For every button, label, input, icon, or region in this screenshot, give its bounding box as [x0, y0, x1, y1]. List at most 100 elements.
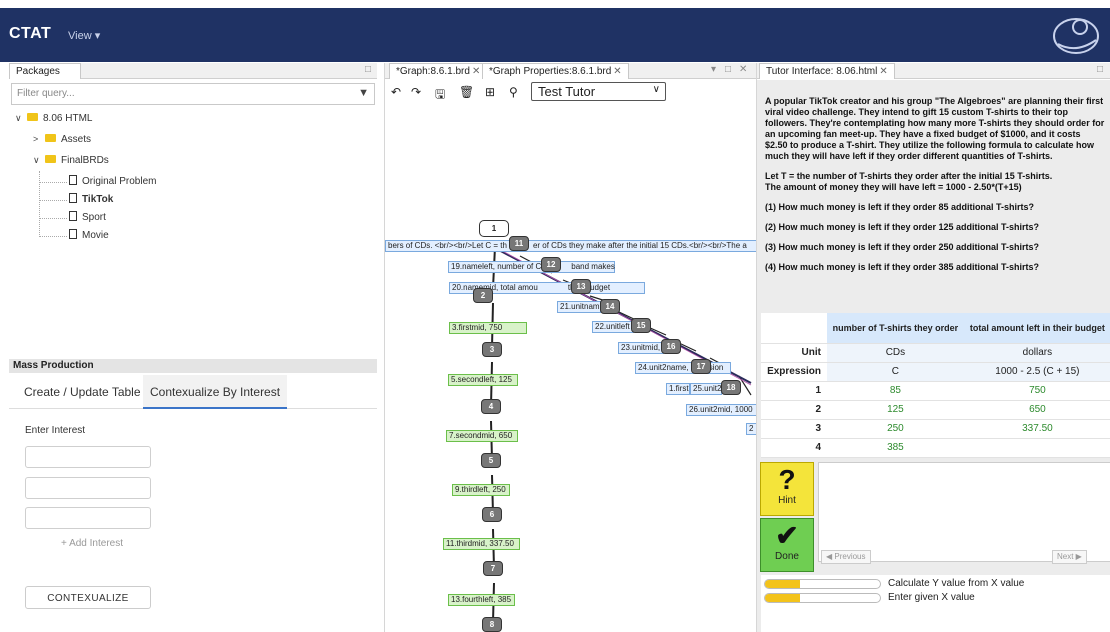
tree-item-tiktok[interactable]: TikTok	[69, 193, 113, 210]
graph-edge-label[interactable]: 9.thirdleft, 250	[452, 484, 510, 496]
tab-graph-properties-label: *Graph Properties:8.6.1.brd	[489, 66, 612, 77]
graph-edge-label[interactable]: 25.unit2le	[690, 383, 728, 395]
redo-icon[interactable]: ↷	[411, 85, 421, 99]
tree-item-sport[interactable]: Sport	[69, 211, 106, 228]
tutor-mode-select[interactable]: Test Tutor ∨	[531, 82, 666, 101]
tree-item-original-problem[interactable]: Original Problem	[69, 175, 156, 192]
tab-tutor-interface[interactable]: Tutor Interface: 8.06.html ✕	[759, 63, 895, 79]
graph-node[interactable]: 6	[482, 507, 502, 522]
y-value-cell[interactable]: 650	[963, 400, 1110, 420]
delete-icon[interactable]: 🗑	[459, 85, 474, 99]
search-icon[interactable]: ⚲	[509, 85, 518, 99]
hint-button[interactable]: ? Hint	[760, 462, 814, 516]
tab-graph-properties[interactable]: *Graph Properties:8.6.1.brd ✕	[482, 63, 629, 79]
graph-edge-label[interactable]: 11.thirdmid, 337.50	[443, 538, 520, 550]
graph-edge-label[interactable]: 22.unitleft	[592, 321, 634, 333]
graph-edge-label[interactable]: 19.nameleft, number of C band makes	[448, 261, 615, 273]
minimize-icon[interactable]: □	[725, 64, 731, 75]
add-node-icon[interactable]: ⊞	[485, 85, 495, 99]
row-label: 3	[761, 419, 827, 439]
table-row: 2 125 650	[761, 400, 1110, 420]
view-menu[interactable]: View ▾	[68, 29, 100, 42]
graph-node[interactable]: 18	[721, 380, 741, 395]
graph-node[interactable]: 13	[571, 279, 591, 294]
graph-node[interactable]: 12	[541, 257, 561, 272]
graph-node[interactable]: 2	[473, 288, 493, 303]
previous-hint-button[interactable]: ◀ Previous	[821, 550, 871, 564]
interest-input-3[interactable]	[25, 507, 151, 529]
y-value-cell[interactable]: 750	[963, 381, 1110, 401]
answer-table: number of T-shirts they order total amou…	[761, 313, 1110, 458]
graph-edge-label[interactable]: 24.unit2name, sion	[635, 362, 731, 374]
graph-node[interactable]: 4	[481, 399, 501, 414]
undo-icon[interactable]: ↶	[391, 85, 401, 99]
interest-input-1[interactable]	[25, 446, 151, 468]
chevron-right-icon[interactable]: >	[33, 134, 45, 144]
left-panel: Packages □ Filter query... ▼ ∨ 8.06 HTML …	[9, 63, 377, 632]
graph-node[interactable]: 3	[482, 342, 502, 357]
tree-item-finalbrds[interactable]: ∨ FinalBRDs	[33, 155, 109, 171]
save-icon[interactable]: 🖫	[435, 85, 445, 106]
unit-x-cell[interactable]: CDs	[827, 343, 964, 363]
x-value-cell[interactable]: 385	[827, 438, 964, 458]
graph-node-start[interactable]: 1	[479, 220, 509, 237]
tree-item-assets[interactable]: > Assets	[33, 134, 91, 150]
y-value-cell[interactable]	[963, 438, 1110, 458]
x-value-cell[interactable]: 125	[827, 400, 964, 420]
unit-y-cell[interactable]: dollars	[963, 343, 1110, 363]
graph-edge-label[interactable]: 13.fourthleft, 385	[448, 594, 515, 606]
close-icon[interactable]: ✕	[613, 66, 621, 77]
graph-edge-label[interactable]: 2	[746, 423, 756, 435]
graph-edge-label[interactable]: 7.secondmid, 650	[446, 430, 518, 442]
folder-icon	[27, 113, 38, 122]
add-interest-button[interactable]: + Add Interest	[61, 538, 123, 549]
tab-packages[interactable]: Packages	[9, 63, 81, 79]
filter-icon[interactable]: ▼	[358, 87, 369, 99]
graph-node[interactable]: 7	[483, 561, 503, 576]
close-icon[interactable]: ✕	[739, 64, 747, 75]
x-value-cell[interactable]: 85	[827, 381, 964, 401]
graph-edge-label[interactable]: 26.unit2mid, 1000	[686, 404, 756, 416]
table-row: 1 85 750	[761, 381, 1110, 401]
expression-y-cell[interactable]: 1000 - 2.5 (C + 15)	[963, 362, 1110, 382]
tab-contexualize-by-interest[interactable]: Contexualize By Interest	[143, 375, 288, 409]
tab-graph[interactable]: *Graph:8.6.1.brd ✕	[389, 63, 488, 79]
tree-item-movie[interactable]: Movie	[69, 229, 109, 246]
graph-edge-label[interactable]: 5.secondleft, 125	[448, 374, 518, 386]
behavior-graph[interactable]: 1 bers of CDs. <br/><br/>Let C = th er of…	[385, 105, 756, 632]
chevron-down-icon[interactable]: ∨	[33, 155, 45, 166]
graph-node[interactable]: 8	[482, 617, 502, 632]
tab-create-update-table[interactable]: Create / Update Table	[17, 375, 148, 409]
graph-edge-label[interactable]: 3.firstmid, 750	[449, 322, 527, 334]
column-header-x: number of T-shirts they order	[827, 313, 964, 344]
graph-node[interactable]: 15	[631, 318, 651, 333]
y-value-cell[interactable]: 337.50	[963, 419, 1110, 439]
done-button[interactable]: ✔ Done	[760, 518, 814, 572]
tree-item-root[interactable]: ∨ 8.06 HTML	[15, 113, 92, 129]
close-icon[interactable]: ✕	[879, 66, 887, 77]
tree-guide-line	[39, 200, 67, 201]
graph-edge-label[interactable]: 23.unitmid,	[618, 342, 664, 354]
interest-input-2[interactable]	[25, 477, 151, 499]
minimize-icon[interactable]: □	[1097, 64, 1103, 75]
contexualize-button[interactable]: CONTEXUALIZE	[25, 586, 151, 609]
view-menu-icon[interactable]: ▾	[711, 64, 716, 75]
filter-query-input[interactable]: Filter query... ▼	[11, 83, 375, 105]
close-icon[interactable]: ✕	[472, 66, 480, 77]
graph-node[interactable]: 5	[481, 453, 501, 468]
expression-x-cell[interactable]: C	[827, 362, 964, 382]
tree-item-label: Assets	[61, 134, 92, 145]
x-value-cell[interactable]: 250	[827, 419, 964, 439]
graph-edge-label[interactable]: bers of CDs. <br/><br/>Let C = th er of C…	[385, 240, 756, 252]
graph-node[interactable]: 16	[661, 339, 681, 354]
minimize-icon[interactable]: □	[365, 64, 371, 75]
graph-node-label: 6	[489, 510, 495, 519]
graph-edge-label[interactable]: 1.first	[666, 383, 690, 395]
graph-edge-label-text: bers of CDs. <br/><br/>Let C = th	[388, 241, 507, 250]
graph-node[interactable]: 14	[600, 299, 620, 314]
graph-node[interactable]: 11	[509, 236, 529, 251]
graph-edge-label[interactable]: 21.unitnam	[557, 301, 601, 313]
next-hint-button[interactable]: Next ▶	[1052, 550, 1087, 564]
graph-node[interactable]: 17	[691, 359, 711, 374]
chevron-down-icon[interactable]: ∨	[15, 113, 27, 124]
